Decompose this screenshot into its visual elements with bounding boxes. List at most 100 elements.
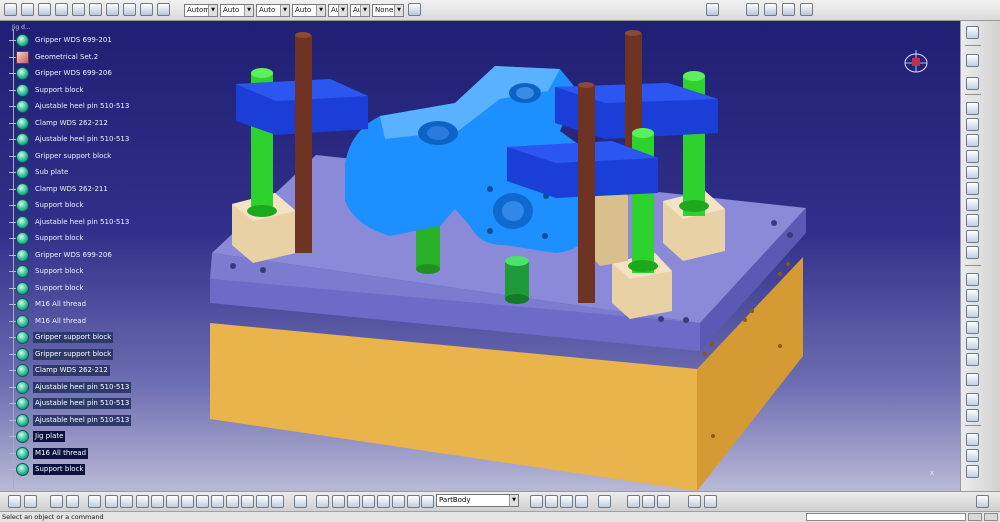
line-weight-select[interactable]: Auto ▼ xyxy=(256,4,290,17)
pan-icon[interactable] xyxy=(136,495,149,508)
hide-show-icon[interactable] xyxy=(241,495,254,508)
help-icon[interactable] xyxy=(157,3,170,16)
tree-item[interactable]: Ajustable heel pin 510-513 xyxy=(4,412,144,429)
tree-item-label[interactable]: M16 All thread xyxy=(33,447,89,459)
select-arrow-icon[interactable] xyxy=(966,54,979,67)
update-icon[interactable] xyxy=(407,495,420,508)
part-icon[interactable] xyxy=(16,446,29,460)
part-icon[interactable] xyxy=(16,232,29,245)
comment-icon[interactable] xyxy=(24,495,37,508)
part-icon[interactable] xyxy=(16,347,29,361)
part-icon[interactable] xyxy=(16,298,29,311)
line-color-select[interactable]: Autom ▼ xyxy=(184,4,218,17)
part-icon[interactable] xyxy=(16,67,29,80)
tree-item[interactable]: Jig plate xyxy=(4,428,144,445)
rendering-style-select[interactable]: None ▼ xyxy=(372,4,404,17)
part-icon[interactable] xyxy=(16,83,29,97)
measure-icon[interactable] xyxy=(746,3,759,16)
groove-icon[interactable] xyxy=(966,150,979,163)
tree-item-label[interactable]: Jig plate xyxy=(33,431,66,442)
part-icon[interactable] xyxy=(16,248,29,262)
tree-item-label[interactable]: Support block xyxy=(33,85,85,96)
tree-item-label[interactable]: Gripper support block xyxy=(33,332,114,343)
tree-item[interactable]: Ajustable heel pin 510-513 xyxy=(4,379,144,396)
tree-item[interactable]: Ajustable heel pin 510-513 xyxy=(4,395,144,412)
command-button[interactable] xyxy=(968,513,982,521)
swap-space-icon[interactable] xyxy=(256,495,269,508)
point-type-select[interactable]: Auto ▼ xyxy=(292,4,326,17)
construction-icon[interactable] xyxy=(347,495,360,508)
part-icon[interactable] xyxy=(16,413,29,427)
tree-item-label[interactable]: Clamp WDS 262-212 xyxy=(33,365,110,376)
tree-item[interactable]: Support block xyxy=(4,461,144,478)
tree-item[interactable]: Support block xyxy=(4,82,144,99)
tree-item[interactable]: M16 All thread xyxy=(4,313,144,330)
tree-item-label[interactable]: Ajustable heel pin 510-513 xyxy=(33,398,132,409)
tree-item-label[interactable]: Geometrical Set.2 xyxy=(33,52,100,63)
compass-icon[interactable] xyxy=(902,47,932,77)
snap-icon[interactable] xyxy=(332,495,345,508)
slot-icon[interactable] xyxy=(966,198,979,211)
paste-icon[interactable] xyxy=(106,3,119,16)
tree-item[interactable]: Ajustable heel pin 510-513 xyxy=(4,214,144,231)
tree-item-label[interactable]: Ajustable heel pin 510-513 xyxy=(33,101,131,112)
normal-view-icon[interactable] xyxy=(196,495,209,508)
part-icon[interactable] xyxy=(16,314,29,328)
axis-system-icon[interactable] xyxy=(800,3,813,16)
tree-item-label[interactable]: Support block xyxy=(33,464,86,475)
fly-mode-icon[interactable] xyxy=(105,495,118,508)
part-icon[interactable] xyxy=(16,463,29,476)
new-document-icon[interactable] xyxy=(4,3,17,16)
stiffener-icon[interactable] xyxy=(966,214,979,227)
analysis-icon[interactable] xyxy=(966,465,979,478)
constraint-icon[interactable] xyxy=(966,449,979,462)
iso-view-icon[interactable] xyxy=(211,495,224,508)
dot-icon[interactable] xyxy=(675,3,688,16)
tree-item-label[interactable]: Support block xyxy=(33,266,85,277)
tree-item[interactable]: Gripper support block xyxy=(4,329,144,346)
tree-item[interactable]: Geometrical Set.2 xyxy=(4,49,144,66)
fit-all-icon[interactable] xyxy=(120,495,133,508)
catalog-icon[interactable] xyxy=(66,495,79,508)
pad-icon[interactable] xyxy=(966,102,979,115)
measure-item-icon[interactable] xyxy=(764,3,777,16)
part-icon[interactable] xyxy=(16,281,29,295)
3d-viewport[interactable]: Jig d... Gripper WDS 699-201 Geometrical … xyxy=(0,21,960,491)
formula-icon[interactable] xyxy=(8,495,21,508)
view-mode-icon[interactable] xyxy=(226,495,239,508)
tree-item[interactable]: Gripper WDS 699-206 xyxy=(4,247,144,264)
properties-icon[interactable] xyxy=(598,495,611,508)
knowledge-icon[interactable] xyxy=(88,495,101,508)
part-icon[interactable] xyxy=(16,100,29,113)
layer-select[interactable]: Aut ▼ xyxy=(328,4,348,17)
tree-item[interactable]: Support block xyxy=(4,230,144,247)
part-icon[interactable] xyxy=(16,430,29,443)
tree-item-label[interactable]: Support block xyxy=(33,283,85,294)
tree-item[interactable]: Gripper WDS 699-206 xyxy=(4,65,144,82)
tree-item-label[interactable]: Gripper WDS 699-201 xyxy=(33,35,114,46)
shell-icon[interactable] xyxy=(966,321,979,334)
shaft-icon[interactable] xyxy=(966,134,979,147)
tree-root[interactable]: Jig d... xyxy=(4,23,144,32)
pattern-icon[interactable] xyxy=(966,409,979,422)
command-clear-button[interactable] xyxy=(984,513,998,521)
redo-icon[interactable] xyxy=(140,3,153,16)
part-icon[interactable] xyxy=(16,380,29,394)
tree-item[interactable]: M16 All thread xyxy=(4,445,144,462)
grid-icon[interactable] xyxy=(316,495,329,508)
tree-item[interactable]: Support block xyxy=(4,197,144,214)
inertia-icon[interactable] xyxy=(657,495,670,508)
transparency-select[interactable]: Aut ▼ xyxy=(350,4,370,17)
tree-item-label[interactable]: Support block xyxy=(33,233,85,244)
copy-icon[interactable] xyxy=(89,3,102,16)
tree-item-label[interactable]: Clamp WDS 262-212 xyxy=(33,118,110,129)
tree-item[interactable]: Support block xyxy=(4,263,144,280)
axis-icon[interactable] xyxy=(392,495,405,508)
tree-item[interactable]: Ajustable heel pin 510-513 xyxy=(4,131,144,148)
sketch-icon[interactable] xyxy=(966,77,979,90)
part-icon[interactable] xyxy=(16,34,29,47)
tree-item-label[interactable]: Sub plate xyxy=(33,167,70,178)
cut-icon[interactable] xyxy=(72,3,85,16)
geometrical-set-icon[interactable] xyxy=(560,495,573,508)
hole-icon[interactable] xyxy=(966,166,979,179)
